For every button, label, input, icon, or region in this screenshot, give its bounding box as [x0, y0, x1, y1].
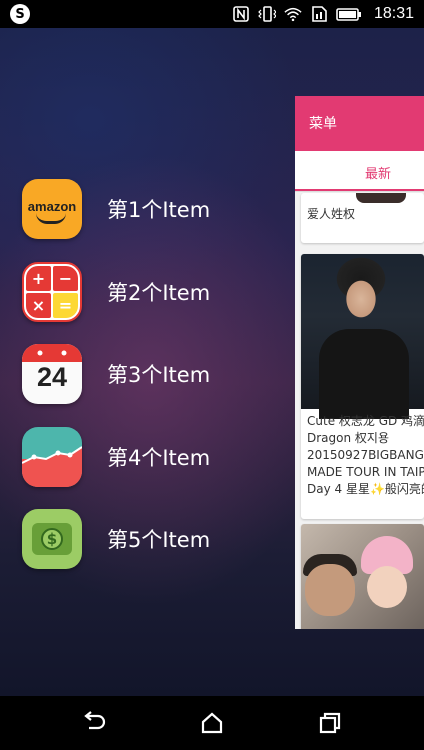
wifi-icon — [284, 7, 302, 22]
drawer-menu: amazon 第1个Item + − × = 第2个Item 24 第3个Ite… — [22, 168, 210, 581]
feed-card[interactable] — [301, 524, 424, 629]
menu-item-label: 第4个Item — [107, 445, 211, 470]
caption-line: Dragon 权지용 — [307, 431, 389, 445]
card-photo — [301, 254, 424, 419]
calendar-icon: 24 — [22, 344, 82, 405]
chart-icon — [22, 426, 82, 487]
amazon-smile — [36, 213, 66, 225]
card-caption: 爱人姓权 — [307, 207, 356, 221]
amazon-logo-text: amazon — [27, 199, 77, 215]
menu-item-3[interactable]: 24 第3个Item — [22, 333, 210, 416]
menu-item-1[interactable]: amazon 第1个Item — [22, 168, 210, 251]
navigation-bar — [0, 696, 424, 750]
caption-line: 20150927BIGBANG 2 — [307, 448, 424, 462]
toolbar: 菜单 — [295, 96, 424, 151]
calc-minus: − — [53, 265, 78, 291]
caption-line: Cute 权志龙 GD 鸡滴x — [307, 414, 424, 428]
menu-item-2[interactable]: + − × = 第2个Item — [22, 251, 210, 334]
menu-item-label: 第3个Item — [107, 363, 211, 388]
menu-item-5[interactable]: $ 第5个Item — [22, 498, 210, 581]
drawer-screen: S 18:31 amazon 第1个Item + − × = 第2个Item 2… — [0, 0, 424, 696]
chart-line — [22, 445, 82, 487]
menu-item-label: 第5个Item — [107, 528, 211, 553]
content-panel-preview[interactable]: 菜单 最新 爱人姓权 Cute 权志龙 GD 鸡滴x Dragon 权지용 20… — [295, 96, 424, 629]
toolbar-title: 菜单 — [309, 116, 337, 132]
money-icon: $ — [22, 509, 82, 570]
amazon-icon: amazon — [22, 179, 82, 240]
caption-line: MADE TOUR IN TAIPE — [307, 465, 424, 479]
home-icon[interactable] — [199, 710, 225, 736]
feed-card[interactable]: 爱人姓权 — [301, 193, 424, 243]
caption-line: Day 4 星星✨般闪亮的 — [307, 482, 424, 496]
clock-time: 18:31 — [373, 5, 414, 22]
calc-times: × — [26, 292, 51, 318]
app-notification-icon: S — [10, 4, 30, 24]
feed-card[interactable]: Cute 权志龙 GD 鸡滴x Dragon 权지용 20150927BIGBA… — [301, 254, 424, 519]
menu-item-4[interactable]: 第4个Item — [22, 416, 210, 499]
tab-latest[interactable]: 最新 — [365, 163, 391, 182]
status-icons: 18:31 — [232, 0, 414, 28]
menu-item-label: 第1个Item — [107, 198, 211, 223]
card-caption: Cute 权志龙 GD 鸡滴x Dragon 权지용 20150927BIGBA… — [305, 412, 424, 497]
card-photo — [301, 524, 424, 629]
tab-bar: 最新 — [295, 151, 424, 192]
card-photo-fragment — [356, 193, 406, 203]
back-icon[interactable] — [81, 710, 107, 736]
sim-icon — [312, 6, 327, 22]
recents-icon[interactable] — [317, 710, 343, 736]
calendar-rings — [37, 350, 67, 356]
menu-item-label: 第2个Item — [107, 280, 211, 305]
tab-indicator — [295, 189, 424, 191]
calc-equals: = — [53, 292, 78, 318]
nfc-icon — [233, 6, 249, 22]
battery-icon — [336, 8, 361, 21]
calculator-icon: + − × = — [22, 261, 82, 322]
calendar-header — [22, 344, 82, 363]
calendar-day: 24 — [36, 362, 68, 393]
vibrate-icon — [258, 6, 276, 22]
calc-plus: + — [26, 265, 51, 291]
status-bar: S 18:31 — [0, 0, 424, 28]
